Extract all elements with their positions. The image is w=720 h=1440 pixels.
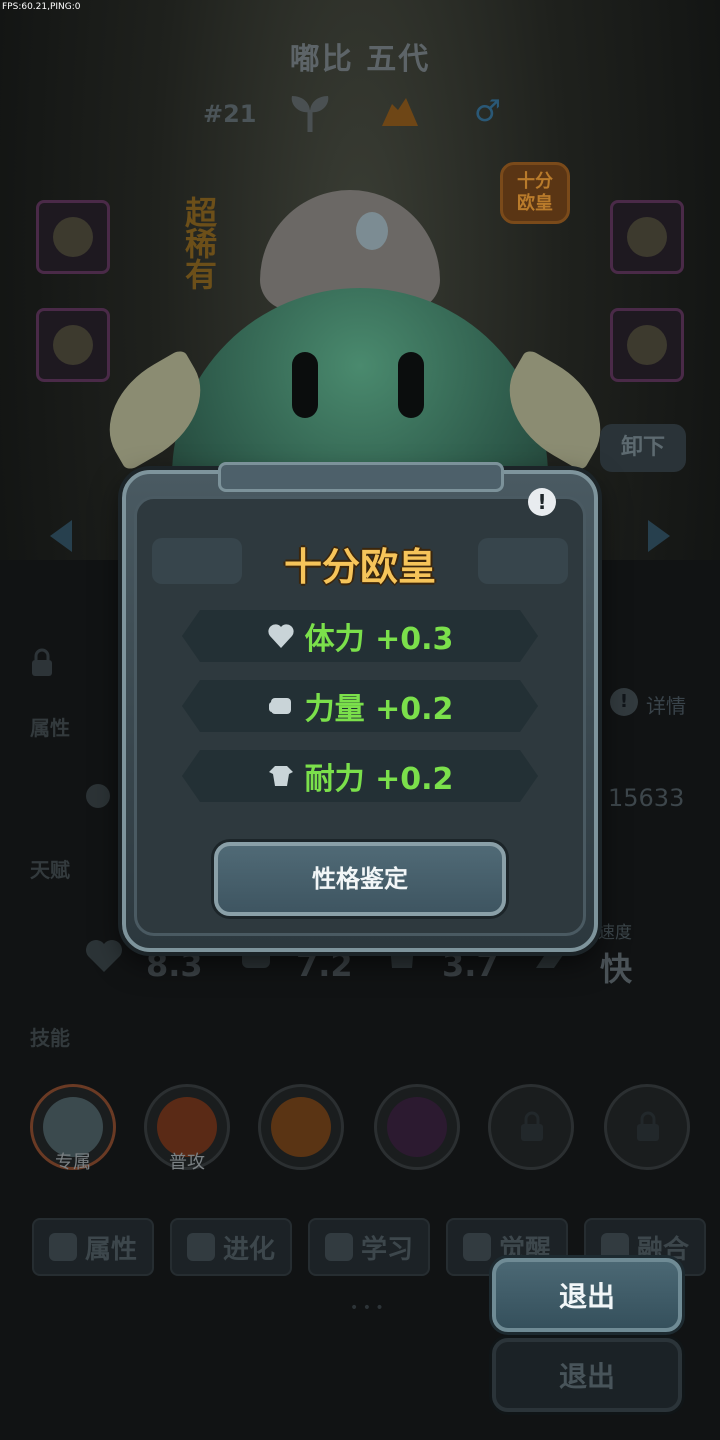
- fps-counter: FPS:60.21,PING:0: [2, 2, 81, 12]
- popup-top-ornament: [218, 462, 504, 492]
- popup-stat-text: 耐力 +0.2: [304, 762, 454, 797]
- slime-eye-left: [292, 352, 318, 418]
- book-icon: [324, 1233, 353, 1261]
- attributes-section-label: 属性: [30, 716, 70, 740]
- talent-section-label: 天赋: [30, 858, 70, 882]
- skill-slot-4[interactable]: [374, 1084, 460, 1170]
- speed-value: 快: [600, 950, 633, 988]
- rarity-label: 超稀有: [184, 194, 217, 294]
- tab-learn[interactable]: 学习: [308, 1218, 430, 1276]
- paw-icon: [48, 1233, 77, 1261]
- unload-button[interactable]: 卸下: [600, 424, 686, 472]
- lock-icon: [32, 648, 52, 676]
- tab-label: 学习: [360, 1234, 413, 1265]
- popup-stat-text: 力量 +0.2: [304, 692, 454, 727]
- sprout-icon: [291, 96, 329, 132]
- horn-gem-icon: [356, 212, 388, 250]
- tab-attributes[interactable]: 属性: [32, 1218, 154, 1276]
- equip-slot-3[interactable]: [610, 200, 684, 274]
- power-value: 15633: [608, 784, 685, 812]
- skill-icon: [387, 1097, 447, 1157]
- equip-slot-4[interactable]: [610, 308, 684, 382]
- detail-info-icon[interactable]: !: [610, 688, 638, 716]
- equip-slot-2[interactable]: [36, 308, 110, 382]
- personality-badge[interactable]: 十分 欧皇: [500, 162, 570, 224]
- alert-info-icon[interactable]: !: [528, 488, 556, 516]
- popup-title: 十分欧皇: [283, 545, 436, 589]
- pet-number: #21: [203, 100, 257, 128]
- popup-stat-row-hp: 体力 +0.3: [182, 610, 538, 662]
- skill-slot-3[interactable]: [258, 1084, 344, 1170]
- equip-slot-1[interactable]: [36, 200, 110, 274]
- equipment-icon: [53, 325, 93, 365]
- exit-button[interactable]: 退出: [492, 1258, 682, 1332]
- lock-icon: [637, 1111, 659, 1141]
- skill-label-normal-attack: 普攻: [169, 1152, 205, 1173]
- prev-pet-arrow-icon[interactable]: [50, 520, 72, 552]
- speed-label: 速度: [598, 923, 632, 943]
- popup-stat-row-endurance: 耐力 +0.2: [182, 750, 538, 802]
- fist-icon: [267, 692, 295, 720]
- tab-label: 进化: [222, 1234, 275, 1265]
- skill-label-exclusive: 专属: [55, 1152, 91, 1173]
- next-pet-arrow-icon[interactable]: [648, 520, 670, 552]
- beast-head-icon: [462, 1233, 491, 1261]
- armor-icon: [267, 762, 295, 790]
- skills-section-label: 技能: [30, 1026, 70, 1050]
- pet-name: 嘟比 五代: [289, 42, 431, 77]
- page-indicator: • • •: [350, 1300, 384, 1316]
- fusion-icon: [600, 1233, 629, 1261]
- popup-stat-text: 体力 +0.3: [304, 622, 454, 657]
- popup-stat-row-strength: 力量 +0.2: [182, 680, 538, 732]
- tab-label: 属性: [84, 1234, 137, 1265]
- detail-link[interactable]: 详情: [646, 690, 686, 719]
- skill-slot-locked-1[interactable]: [488, 1084, 574, 1170]
- heart-icon: [267, 622, 295, 650]
- tab-evolve[interactable]: 进化: [170, 1218, 292, 1276]
- male-gender-icon: ♂: [474, 94, 501, 129]
- earth-element-icon: [382, 98, 418, 126]
- heart-icon: [86, 940, 122, 972]
- skill-slot-locked-2[interactable]: [604, 1084, 690, 1170]
- equipment-icon: [627, 217, 667, 257]
- lock-icon: [521, 1111, 543, 1141]
- power-heart-icon: [86, 784, 110, 808]
- skill-icon: [271, 1097, 331, 1157]
- exit-button-secondary[interactable]: 退出: [492, 1338, 682, 1412]
- equipment-icon: [627, 325, 667, 365]
- personality-appraise-button[interactable]: 性格鉴定: [214, 842, 506, 916]
- equipment-icon: [53, 217, 93, 257]
- slime-eye-right: [398, 352, 424, 418]
- evolve-arrow-icon: [186, 1233, 215, 1261]
